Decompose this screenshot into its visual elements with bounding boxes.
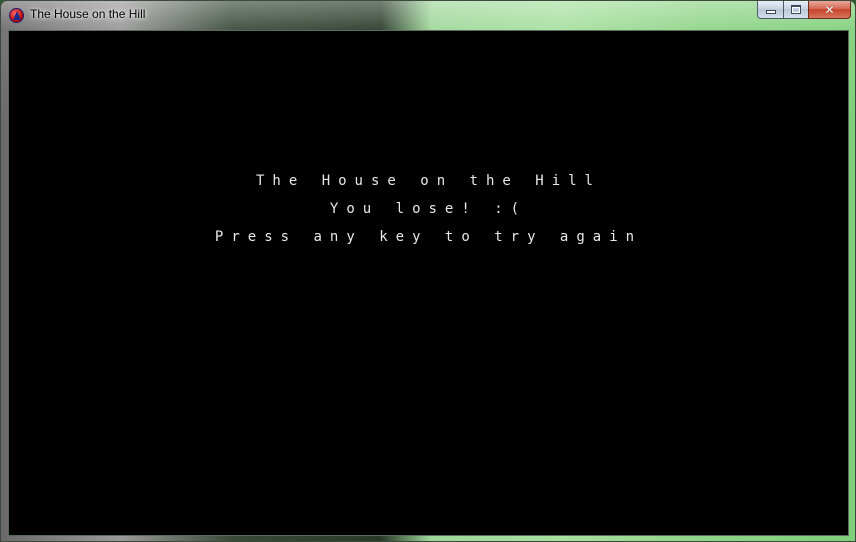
app-icon[interactable]	[9, 8, 24, 23]
close-icon: ✕	[824, 2, 835, 17]
window-controls: ✕	[757, 1, 851, 20]
minimize-button[interactable]	[757, 1, 783, 19]
close-button[interactable]: ✕	[808, 1, 851, 19]
game-canvas[interactable]: The House on the Hill You lose! :( Press…	[8, 30, 849, 536]
title-bar[interactable]: The House on the Hill ✕	[1, 1, 855, 29]
app-window: The House on the Hill ✕ The House on the…	[0, 0, 856, 542]
game-over-message: You lose! :(	[329, 201, 528, 217]
minimize-icon	[765, 10, 776, 14]
maximize-button[interactable]	[783, 1, 808, 19]
maximize-icon	[791, 5, 801, 14]
game-title-text: The House on the Hill	[255, 173, 601, 189]
retry-prompt: Press any key to try again	[214, 229, 643, 245]
window-title: The House on the Hill	[30, 7, 146, 21]
